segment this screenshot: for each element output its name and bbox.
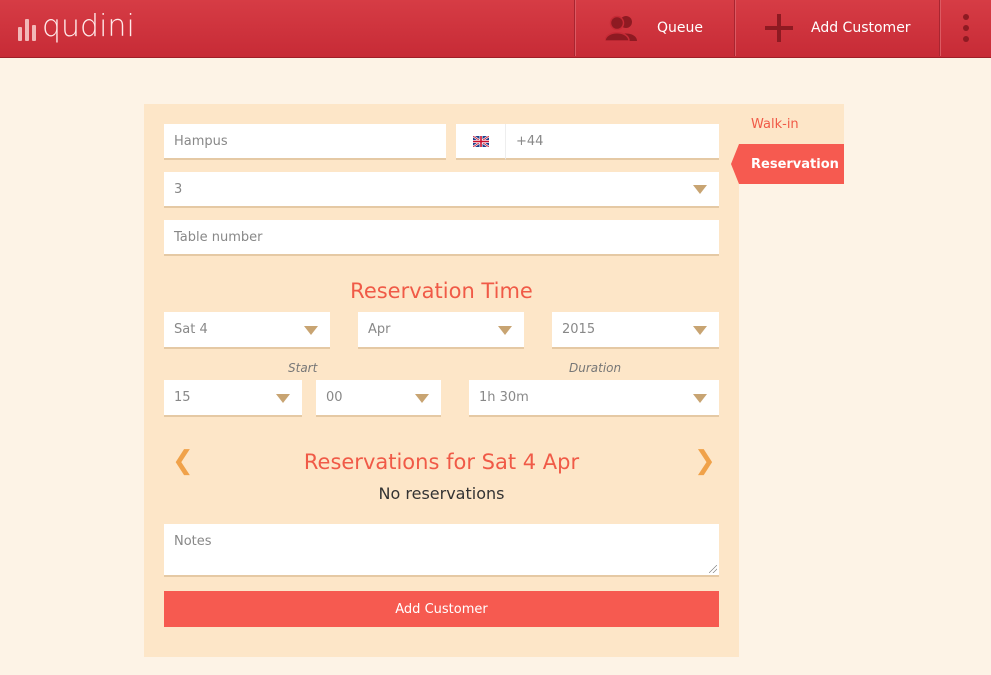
party-size-value: 3 xyxy=(174,181,183,197)
phone-field[interactable]: +44 xyxy=(506,124,719,160)
duration-select[interactable]: 1h 30m xyxy=(469,380,719,417)
add-customer-nav-button[interactable]: Add Customer xyxy=(734,0,939,56)
tab-walk-in[interactable]: Walk-in xyxy=(739,104,844,144)
table-number-field[interactable]: Table number xyxy=(164,220,719,256)
table-number-placeholder: Table number xyxy=(174,229,263,245)
logo-text: qudini xyxy=(42,8,135,44)
duration-value: 1h 30m xyxy=(479,390,529,405)
next-day-button[interactable]: ❯ xyxy=(694,446,716,476)
day-value: Sat 4 xyxy=(174,322,208,337)
plus-icon xyxy=(765,14,793,42)
vertical-dots-icon xyxy=(962,14,969,42)
year-select[interactable]: 2015 xyxy=(552,312,719,349)
chevron-down-icon xyxy=(498,325,512,335)
notes-textarea[interactable]: Notes xyxy=(164,524,719,577)
chevron-down-icon xyxy=(276,393,290,403)
name-field[interactable]: Hampus xyxy=(164,124,446,160)
tab-reservation[interactable]: Reservation xyxy=(731,144,844,184)
notes-placeholder: Notes xyxy=(174,534,212,549)
reservations-title: Reservations for Sat 4 Apr xyxy=(303,450,580,474)
day-select[interactable]: Sat 4 xyxy=(164,312,330,349)
chevron-down-icon xyxy=(415,393,429,403)
start-minute-select[interactable]: 00 xyxy=(316,380,441,417)
more-menu-button[interactable] xyxy=(939,0,991,56)
party-size-select[interactable]: 3 xyxy=(164,172,719,208)
month-value: Apr xyxy=(368,322,391,337)
start-hour-value: 15 xyxy=(174,390,191,405)
resize-handle-icon[interactable] xyxy=(709,565,717,573)
top-bar: qudini Queue Add Customer xyxy=(0,0,991,58)
users-icon xyxy=(605,15,639,41)
add-customer-label: Add Customer xyxy=(811,20,911,36)
chevron-down-icon xyxy=(693,393,707,403)
duration-label: Duration xyxy=(569,361,622,375)
queue-nav-button[interactable]: Queue xyxy=(574,0,734,56)
uk-flag-icon[interactable] xyxy=(456,124,506,160)
phone-prefix: +44 xyxy=(516,133,544,149)
name-value: Hampus xyxy=(174,133,228,149)
month-select[interactable]: Apr xyxy=(358,312,524,349)
chevron-down-icon xyxy=(693,185,707,194)
start-label: Start xyxy=(288,361,318,375)
chevron-down-icon xyxy=(693,325,707,335)
year-value: 2015 xyxy=(562,322,596,337)
start-minute-value: 00 xyxy=(326,390,343,405)
add-customer-submit-button[interactable]: Add Customer xyxy=(164,591,719,627)
no-reservations-text: No reservations xyxy=(378,484,505,503)
logo-mark-icon xyxy=(18,11,36,41)
chevron-down-icon xyxy=(304,325,318,335)
start-hour-select[interactable]: 15 xyxy=(164,380,302,417)
reservation-time-title: Reservation Time xyxy=(350,279,533,303)
qudini-logo[interactable]: qudini xyxy=(18,6,135,46)
queue-label: Queue xyxy=(657,20,703,36)
